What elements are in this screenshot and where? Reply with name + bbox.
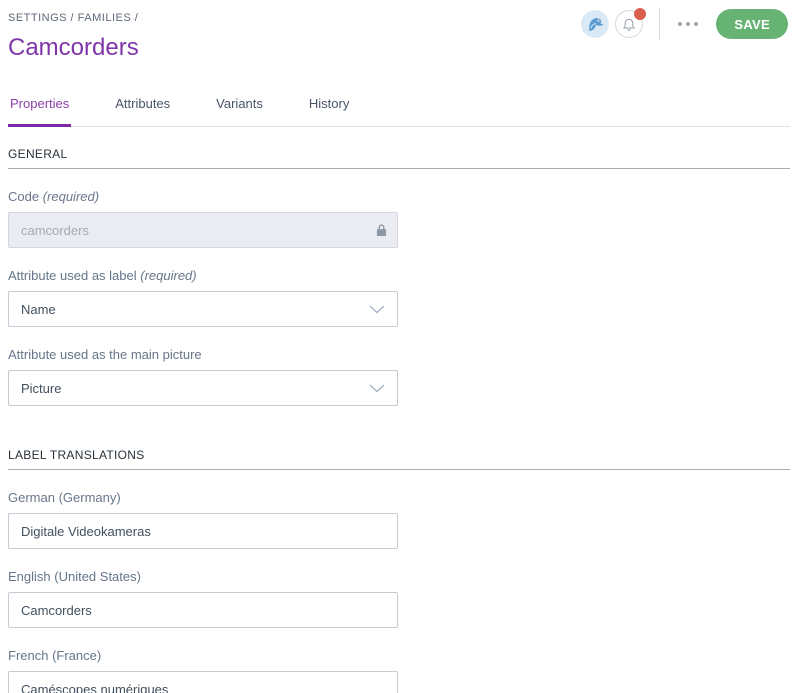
section-heading-general: GENERAL — [8, 147, 68, 161]
dot-icon — [694, 22, 699, 26]
code-label-text: Code — [8, 189, 40, 204]
translation-field-group-de: German (Germany) — [8, 490, 398, 549]
chevron-down-icon — [369, 304, 385, 313]
attribute-as-main-picture-field-group: Attribute used as the main picture Pictu… — [8, 347, 398, 406]
code-label: Code (required) — [8, 189, 398, 204]
attribute-as-label-field-group: Attribute used as label (required) Name — [8, 268, 398, 327]
dot-icon — [686, 22, 691, 26]
selected-value: Picture — [21, 380, 62, 396]
ziggy-mascot-icon — [581, 10, 610, 38]
tab-variants[interactable]: Variants — [214, 96, 265, 127]
translation-label-en: English (United States) — [8, 569, 141, 584]
header-divider — [659, 8, 661, 40]
save-button[interactable]: SAVE — [716, 9, 788, 39]
translation-input-en[interactable] — [8, 592, 398, 628]
translation-label-de: German (Germany) — [8, 490, 121, 505]
user-avatar[interactable] — [581, 10, 610, 38]
translation-field-group-en: English (United States) — [8, 569, 398, 628]
translation-input-de[interactable] — [8, 513, 398, 549]
attribute-as-label-label: Attribute used as label (required) — [8, 268, 398, 283]
code-field-group: Code (required) — [8, 189, 398, 248]
dot-icon — [678, 22, 683, 26]
tab-bar: Properties Attributes Variants History — [8, 96, 790, 127]
required-flag: (required) — [140, 268, 197, 283]
attribute-as-label-select[interactable]: Name — [8, 291, 398, 327]
more-options-button[interactable] — [674, 16, 702, 32]
tab-properties[interactable]: Properties — [8, 96, 72, 127]
section-heading-label-translations: LABEL TRANSLATIONS — [8, 448, 145, 462]
code-input — [8, 212, 398, 248]
attribute-as-main-picture-select[interactable]: Picture — [8, 370, 398, 406]
translation-input-fr[interactable] — [8, 671, 398, 693]
selected-value: Name — [21, 301, 56, 317]
section-divider — [8, 168, 790, 169]
required-flag: (required) — [42, 189, 100, 204]
chevron-down-icon — [369, 383, 385, 392]
translation-label-fr: French (France) — [8, 648, 102, 663]
bell-icon — [623, 18, 636, 31]
header-actions: SAVE — [581, 8, 788, 40]
family-edit-page: SETTINGS / FAMILIES / Camcorders SAVE Pr… — [0, 0, 798, 693]
notifications-button[interactable] — [615, 8, 647, 38]
attribute-as-main-picture-label: Attribute used as the main picture — [8, 347, 398, 362]
translation-field-group-fr: French (France) — [8, 648, 398, 693]
attribute-as-main-picture-label-text: Attribute used as the main picture — [8, 347, 202, 362]
attribute-as-label-label-text: Attribute used as label — [8, 268, 137, 283]
notification-badge — [634, 8, 647, 20]
tab-history[interactable]: History — [307, 96, 351, 127]
section-divider — [8, 469, 790, 470]
tab-attributes[interactable]: Attributes — [113, 96, 172, 127]
